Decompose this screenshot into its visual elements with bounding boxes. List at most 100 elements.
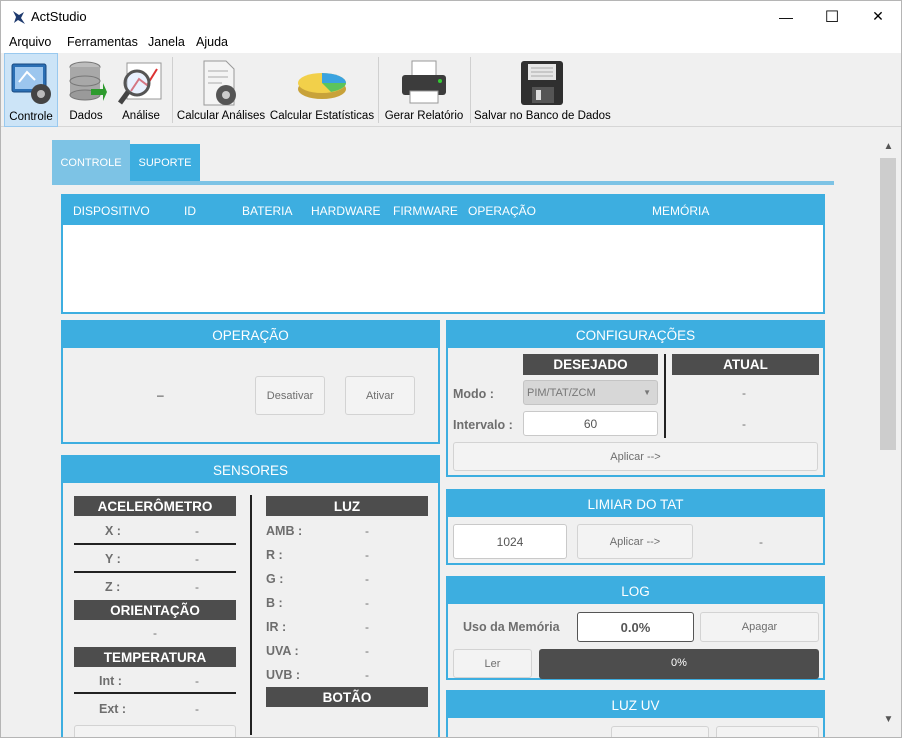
luz-uv-title: LUZ UV — [448, 692, 823, 718]
sensores-extra-button[interactable] — [74, 725, 236, 737]
sensores-title: SENSORES — [63, 457, 438, 483]
botao-header: BOTÃO — [266, 687, 428, 707]
gerar-relatorio-tool-button[interactable]: Gerar Relatório — [382, 53, 466, 127]
luz-r-label: R : — [266, 548, 283, 562]
col-operacao: OPERAÇÃO — [468, 203, 537, 218]
menu-bar: Arquivo Ferramentas Janela Ajuda — [1, 32, 901, 53]
acel-divider — [74, 571, 236, 573]
desativar-button[interactable]: Desativar — [255, 376, 325, 415]
uso-memoria-label: Uso da Memória — [463, 620, 560, 634]
col-bateria: BATERIA — [242, 203, 293, 218]
acel-divider — [74, 543, 236, 545]
menu-janela[interactable]: Janela — [148, 35, 185, 49]
intervalo-atual: - — [742, 417, 746, 431]
calcular-analises-tool-button[interactable]: Calcular Análises — [176, 53, 266, 127]
modo-atual: - — [742, 386, 746, 400]
toolbar: Controle Dados Análise Calcular Análises… — [1, 53, 901, 127]
intervalo-input[interactable]: 60 — [523, 411, 658, 436]
luz-uv-panel: LUZ UV — [446, 690, 825, 737]
luz-uvb-value: - — [365, 668, 369, 682]
temp-int-value: - — [195, 674, 199, 688]
controle-label: Controle — [9, 111, 53, 123]
ativar-button[interactable]: Ativar — [345, 376, 415, 415]
tab-suporte[interactable]: SUPORTE — [130, 144, 200, 182]
luz-amb-label: AMB : — [266, 524, 303, 538]
scrollbar-thumb[interactable] — [880, 158, 896, 450]
close-button[interactable]: ✕ — [855, 1, 901, 32]
limiar-atual: - — [759, 535, 763, 549]
sensores-panel: SENSORES ACELERÔMETRO X : - Y : - Z : - … — [61, 455, 440, 737]
database-icon — [69, 61, 107, 101]
limiar-input[interactable]: 1024 — [453, 524, 567, 559]
floppy-disk-icon — [521, 61, 563, 105]
title-bar: ActStudio — ☐ ✕ — [1, 1, 901, 32]
luz-uva-label: UVA : — [266, 644, 299, 658]
menu-ferramentas[interactable]: Ferramentas — [67, 35, 138, 49]
salvar-banco-tool-button[interactable]: Salvar no Banco de Dados — [474, 53, 611, 127]
luz-uv-button-2[interactable] — [716, 726, 819, 737]
app-logo-icon — [13, 11, 25, 24]
intervalo-label: Intervalo : — [453, 418, 513, 432]
log-progress-text: 0% — [671, 657, 687, 669]
scroll-up-icon[interactable]: ▲ — [876, 141, 901, 152]
controle-tool-button[interactable]: Controle — [4, 53, 58, 127]
operacao-panel: OPERAÇÃO – Desativar Ativar — [61, 320, 440, 444]
limiar-aplicar-button[interactable]: Aplicar --> — [577, 524, 693, 559]
limiar-tat-panel: LIMIAR DO TAT 1024 Aplicar --> - — [446, 489, 825, 565]
apagar-button[interactable]: Apagar — [700, 612, 819, 642]
luz-uv-button-1[interactable] — [611, 726, 709, 737]
calcular-analises-label: Calcular Análises — [176, 110, 266, 122]
luz-uva-value: - — [365, 644, 369, 658]
modo-value: PIM/TAT/ZCM — [527, 386, 596, 399]
menu-ajuda[interactable]: Ajuda — [196, 35, 228, 49]
acel-x-value: - — [195, 524, 199, 538]
col-memoria: MEMÓRIA — [652, 203, 710, 218]
printer-icon — [402, 60, 446, 104]
menu-arquivo[interactable]: Arquivo — [9, 35, 51, 49]
device-table-header: DISPOSITIVO ID BATERIA HARDWARE FIRMWARE… — [63, 196, 823, 225]
luz-g-label: G : — [266, 572, 284, 586]
luz-ir-label: IR : — [266, 620, 287, 634]
luz-b-label: B : — [266, 596, 283, 610]
ler-button[interactable]: Ler — [453, 649, 532, 678]
limiar-title: LIMIAR DO TAT — [448, 491, 823, 517]
acel-y-value: - — [195, 552, 199, 566]
modo-label: Modo : — [453, 387, 494, 401]
col-firmware: FIRMWARE — [393, 203, 458, 218]
temp-divider — [74, 692, 236, 694]
acelerometro-header: ACELERÔMETRO — [74, 496, 236, 516]
orientacao-header: ORIENTAÇÃO — [74, 600, 236, 620]
vertical-scrollbar[interactable]: ▲ ▼ — [876, 128, 901, 737]
minimize-icon: — — [779, 8, 793, 25]
window-title: ActStudio — [31, 9, 87, 24]
analise-tool-button[interactable]: Análise — [113, 53, 169, 127]
toolbar-separator — [172, 57, 173, 123]
acel-z-label: Z : — [105, 580, 121, 594]
gerar-relatorio-label: Gerar Relatório — [384, 110, 464, 122]
dados-tool-button[interactable]: Dados — [61, 53, 111, 127]
calcular-estatisticas-tool-button[interactable]: Calcular Estatísticas — [269, 53, 375, 127]
monitor-gear-icon — [11, 63, 51, 104]
log-panel: LOG Uso da Memória 0.0% Apagar Ler 0% — [446, 576, 825, 680]
operacao-status: – — [157, 388, 164, 402]
col-id: ID — [184, 203, 196, 218]
close-icon: ✕ — [872, 8, 884, 24]
dados-label: Dados — [69, 110, 103, 122]
acel-z-value: - — [195, 580, 199, 594]
configuracoes-panel: CONFIGURAÇÕES DESEJADO ATUAL Modo : PIM/… — [446, 320, 825, 477]
main-content: CONTROLE SUPORTE DISPOSITIVO ID BATERIA … — [1, 128, 876, 737]
minimize-button[interactable]: — — [763, 1, 809, 32]
chevron-down-icon: ▼ — [643, 388, 651, 397]
acel-y-label: Y : — [105, 552, 121, 566]
maximize-button[interactable]: ☐ — [809, 1, 855, 32]
toolbar-separator — [378, 57, 379, 123]
device-table: DISPOSITIVO ID BATERIA HARDWARE FIRMWARE… — [61, 194, 825, 314]
chart-magnifier-icon — [117, 62, 162, 105]
salvar-banco-label: Salvar no Banco de Dados — [474, 110, 611, 122]
tab-controle[interactable]: CONTROLE — [52, 140, 130, 185]
config-aplicar-button[interactable]: Aplicar --> — [453, 442, 818, 471]
temp-ext-value: - — [195, 702, 199, 716]
scroll-down-icon[interactable]: ▼ — [876, 714, 901, 725]
modo-select[interactable]: PIM/TAT/ZCM ▼ — [523, 380, 658, 405]
pie-chart-icon — [298, 73, 346, 99]
